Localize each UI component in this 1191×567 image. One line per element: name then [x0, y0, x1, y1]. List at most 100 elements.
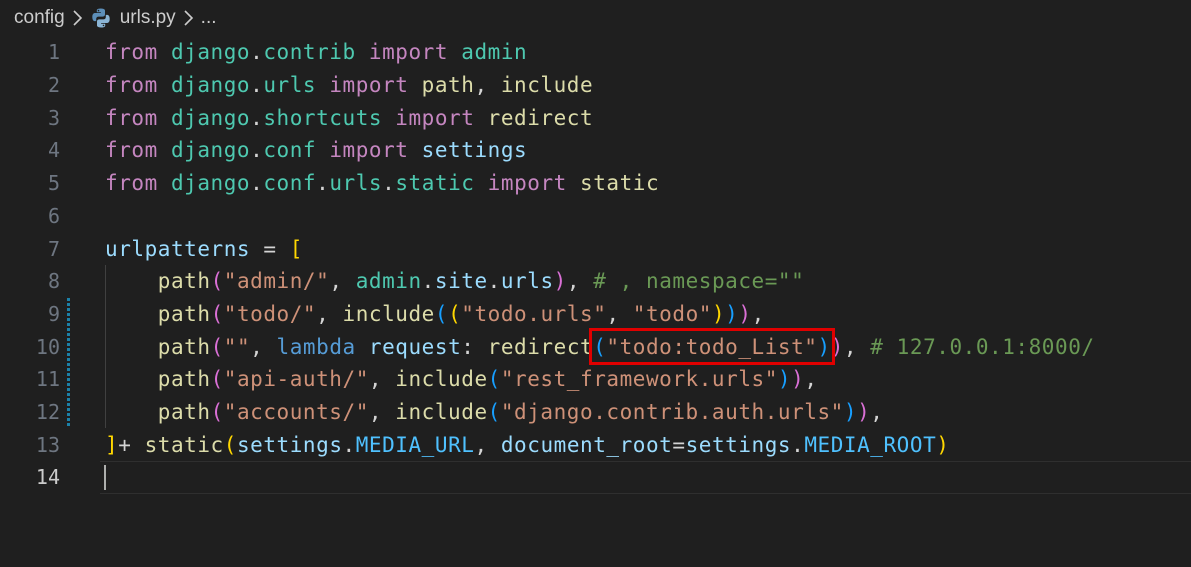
code-line[interactable]: 11 path("api-auth/", include("rest_frame…: [0, 363, 1191, 396]
code-token: ): [791, 367, 805, 392]
code-token: .: [250, 73, 264, 98]
indent-guide: [105, 264, 106, 429]
code-token: .: [382, 171, 396, 196]
code-token: ,: [843, 334, 871, 359]
code-token: path: [157, 301, 211, 326]
python-file-icon: [90, 7, 112, 29]
code-token: shortcuts: [263, 105, 383, 130]
code-token: ,: [751, 301, 765, 326]
code-token: .: [250, 40, 264, 65]
code-token: settings: [685, 432, 792, 457]
code-token: "todo/": [223, 301, 317, 326]
code-token: conf: [263, 171, 317, 196]
code-token: ): [857, 400, 871, 425]
code-line[interactable]: 3 from django.shortcuts import redirect: [0, 101, 1191, 134]
code-token: include: [395, 400, 488, 425]
code-token: from: [105, 105, 171, 130]
code-line[interactable]: 6: [0, 200, 1191, 233]
code-token: "api-auth/": [223, 367, 369, 392]
code-token: (: [210, 367, 224, 392]
code-line[interactable]: 9 path("todo/", include(("todo.urls", "t…: [0, 298, 1191, 331]
code-token: urls: [500, 269, 554, 294]
code-text[interactable]: path("accounts/", include("django.contri…: [105, 400, 883, 424]
code-token: ,: [316, 301, 343, 326]
code-token: settings: [421, 138, 528, 163]
code-line[interactable]: 5 from django.conf.urls.static import sta…: [0, 167, 1191, 200]
line-number: 4: [47, 138, 60, 163]
code-token: static: [395, 171, 475, 196]
code-token: "todo": [632, 301, 712, 326]
code-line[interactable]: 1 from django.contrib import admin: [0, 36, 1191, 69]
code-line[interactable]: 14: [0, 461, 1191, 494]
line-number: 2: [47, 73, 60, 98]
code-line[interactable]: 4 from django.conf import settings: [0, 134, 1191, 167]
code-token: lambda: [276, 334, 356, 359]
code-token: from: [105, 73, 171, 98]
code-token: .: [487, 269, 501, 294]
code-token: django: [170, 105, 251, 130]
code-token: static: [144, 432, 224, 457]
code-token: path: [157, 334, 211, 359]
code-token: urls: [329, 171, 383, 196]
breadcrumb-file[interactable]: urls.py: [120, 7, 176, 29]
code-text[interactable]: path("todo/", include(("todo.urls", "tod…: [105, 302, 765, 326]
line-number: 11: [35, 367, 60, 392]
code-token: from: [105, 171, 171, 196]
code-text[interactable]: urlpatterns = [: [105, 237, 303, 261]
code-token: =: [250, 236, 290, 261]
code-text[interactable]: path("api-auth/", include("rest_framewor…: [105, 367, 818, 391]
code-token: include: [342, 301, 435, 326]
code-token: (: [487, 367, 501, 392]
code-line[interactable]: 7 urlpatterns = [: [0, 232, 1191, 265]
line-number: 13: [35, 432, 60, 457]
code-token: ): [553, 269, 567, 294]
code-token: ,: [606, 301, 633, 326]
line-number: 10: [35, 334, 60, 359]
code-line[interactable]: 13 ]+ static(settings.MEDIA_URL, document…: [0, 428, 1191, 461]
code-token: "admin/": [223, 269, 330, 294]
line-number: 6: [47, 203, 60, 228]
code-token: (: [210, 334, 224, 359]
code-text[interactable]: from django.shortcuts import redirect: [105, 106, 593, 130]
code-token: redirect: [487, 334, 594, 359]
code-line[interactable]: 8 path("admin/", admin.site.urls), # , n…: [0, 265, 1191, 298]
line-number: 1: [47, 40, 60, 65]
code-text[interactable]: path("admin/", admin.site.urls), # , nam…: [105, 269, 804, 293]
code-token: redirect: [487, 105, 594, 130]
breadcrumb-more[interactable]: ...: [201, 7, 217, 29]
code-line[interactable]: 12 path("accounts/", include("django.con…: [0, 396, 1191, 429]
code-text[interactable]: from django.contrib import admin: [105, 40, 527, 64]
code-token: site: [434, 269, 488, 294]
line-number: 12: [35, 400, 60, 425]
code-token: ,: [474, 432, 501, 457]
code-token: import: [355, 40, 462, 65]
code-text[interactable]: from django.conf.urls.static import stat…: [105, 171, 659, 195]
code-token: django: [170, 171, 251, 196]
modified-lines-gutter-marker[interactable]: [67, 297, 70, 429]
code-token: .: [342, 432, 356, 457]
code-token: (: [210, 301, 224, 326]
code-text[interactable]: ]+ static(settings.MEDIA_URL, document_r…: [105, 433, 949, 457]
code-token: (: [448, 301, 462, 326]
code-line[interactable]: 10 path("", lambda request: redirect("to…: [0, 330, 1191, 363]
code-token: "rest_framework.urls": [500, 367, 778, 392]
code-editor[interactable]: 1 from django.contrib import admin 2 from d…: [0, 36, 1191, 567]
code-token: (: [210, 269, 224, 294]
code-text[interactable]: from django.conf import settings: [105, 138, 527, 162]
code-token: include: [500, 73, 594, 98]
code-token: django: [170, 138, 251, 163]
chevron-right-icon: [182, 9, 194, 27]
code-text[interactable]: from django.urls import path, include: [105, 73, 593, 97]
code-text[interactable]: path("", lambda request: redirect("todo:…: [105, 335, 1095, 359]
code-token: import: [316, 138, 422, 163]
code-token: "django.contrib.auth.urls": [500, 400, 844, 425]
code-token: "todo.urls": [461, 301, 607, 326]
code-token: MEDIA_ROOT: [804, 432, 937, 457]
code-token: urlpatterns: [105, 236, 251, 261]
breadcrumb-folder[interactable]: config: [14, 7, 65, 29]
code-line[interactable]: 2 from django.urls import path, include: [0, 69, 1191, 102]
code-token: django: [170, 40, 251, 65]
